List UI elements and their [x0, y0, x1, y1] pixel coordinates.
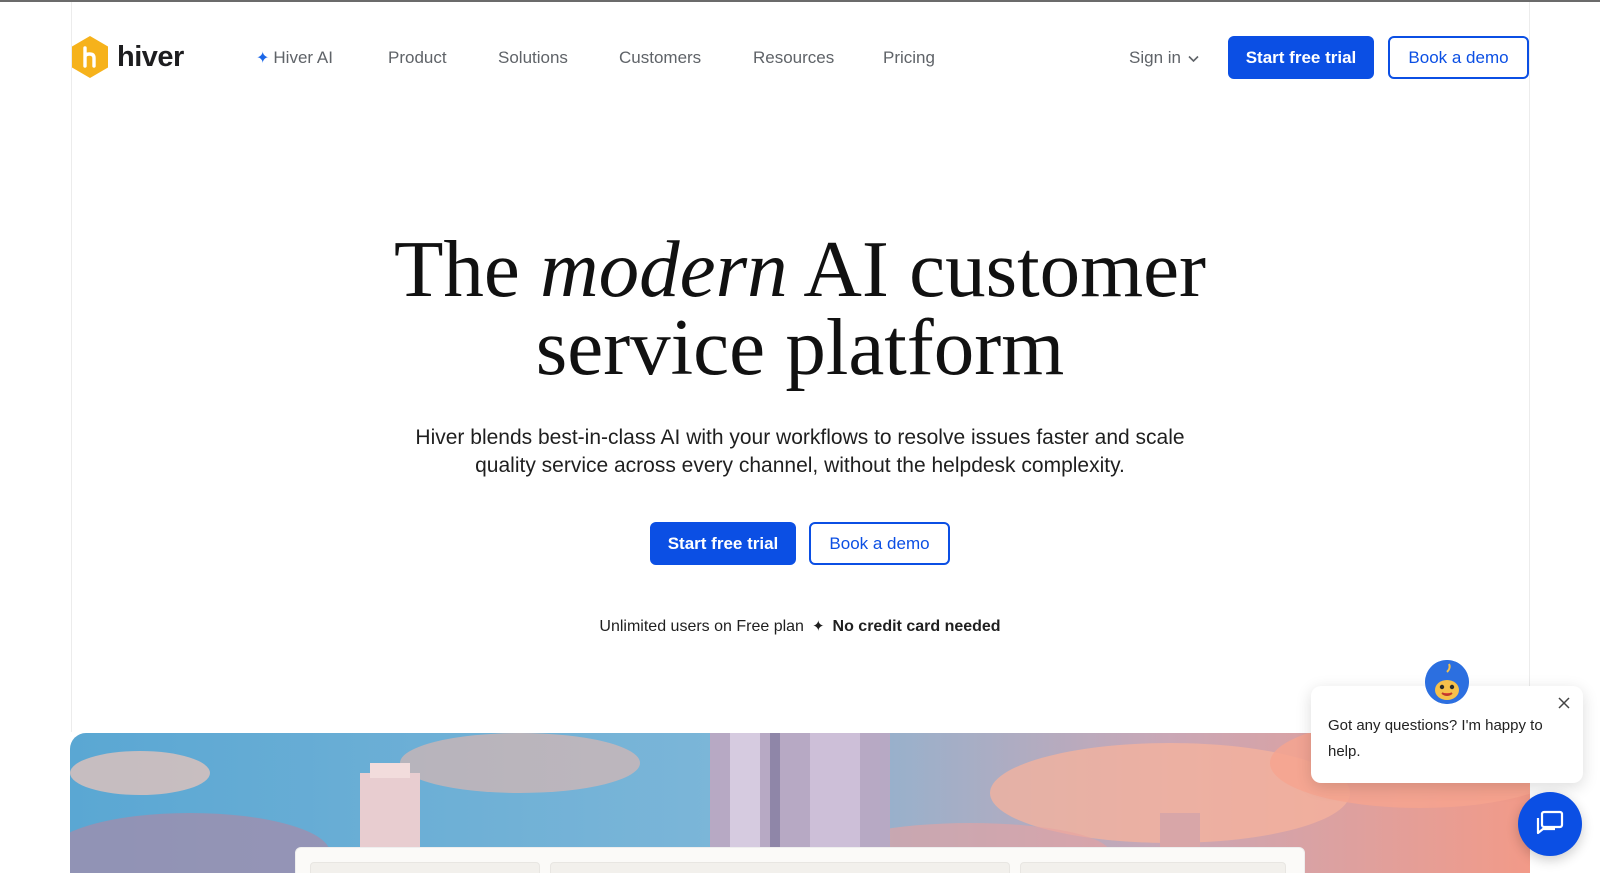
header-book-demo-button[interactable]: Book a demo — [1388, 36, 1529, 79]
hero-title-emphasis: modern — [540, 224, 788, 314]
nav-item-solutions[interactable]: Solutions — [498, 46, 568, 70]
hero-title-part: The — [393, 224, 541, 314]
sparkle-separator-icon: ✦ — [811, 618, 825, 635]
header-start-trial-button[interactable]: Start free trial — [1228, 36, 1374, 79]
preview-pane — [550, 862, 1010, 873]
signin-label: Sign in — [1129, 48, 1181, 67]
nav-item-hiver-ai[interactable]: ✦ Hiver AI — [256, 46, 333, 71]
chat-agent-avatar — [1425, 660, 1469, 704]
hero-start-trial-button[interactable]: Start free trial — [650, 522, 796, 565]
close-icon[interactable] — [1555, 694, 1573, 712]
preview-pane — [310, 862, 540, 873]
preview-pane — [1020, 862, 1286, 873]
hero-book-demo-button[interactable]: Book a demo — [809, 522, 950, 565]
chat-launcher-button[interactable] — [1518, 792, 1582, 856]
nav-item-customers[interactable]: Customers — [619, 46, 701, 70]
no-credit-card-note: No credit card needed — [832, 618, 1001, 635]
sparkle-icon: ✦ — [256, 50, 270, 67]
hiver-logo[interactable]: hiver — [70, 35, 184, 79]
chat-message: Got any questions? I'm happy to help. — [1328, 717, 1543, 760]
nav-item-product[interactable]: Product — [388, 46, 447, 70]
nav-item-resources[interactable]: Resources — [753, 46, 834, 70]
nav-item-pricing[interactable]: Pricing — [883, 46, 935, 70]
chat-icon — [1536, 810, 1564, 835]
brand-name: hiver — [117, 40, 184, 73]
hiver-logo-icon — [72, 36, 108, 78]
product-preview-panel — [295, 847, 1305, 873]
hero-subtitle: Hiver blends best-in-class AI with your … — [415, 426, 1185, 477]
hero-title: The modern AI customer service platform — [0, 229, 1600, 388]
hero-title-line2: service platform — [535, 302, 1065, 392]
site-header: hiver ✦ Hiver AI Product Solutions Custom… — [0, 0, 1600, 116]
chevron-down-icon — [1188, 55, 1199, 62]
nav-item-label: Hiver AI — [273, 48, 333, 67]
signin-menu[interactable]: Sign in — [1129, 46, 1200, 70]
hero-title-part: AI customer — [787, 224, 1207, 314]
agent-avatar-icon — [1425, 660, 1469, 704]
free-plan-note: Unlimited users on Free plan — [599, 618, 804, 635]
hero-note: Unlimited users on Free plan ✦ No credit c… — [0, 617, 1600, 636]
